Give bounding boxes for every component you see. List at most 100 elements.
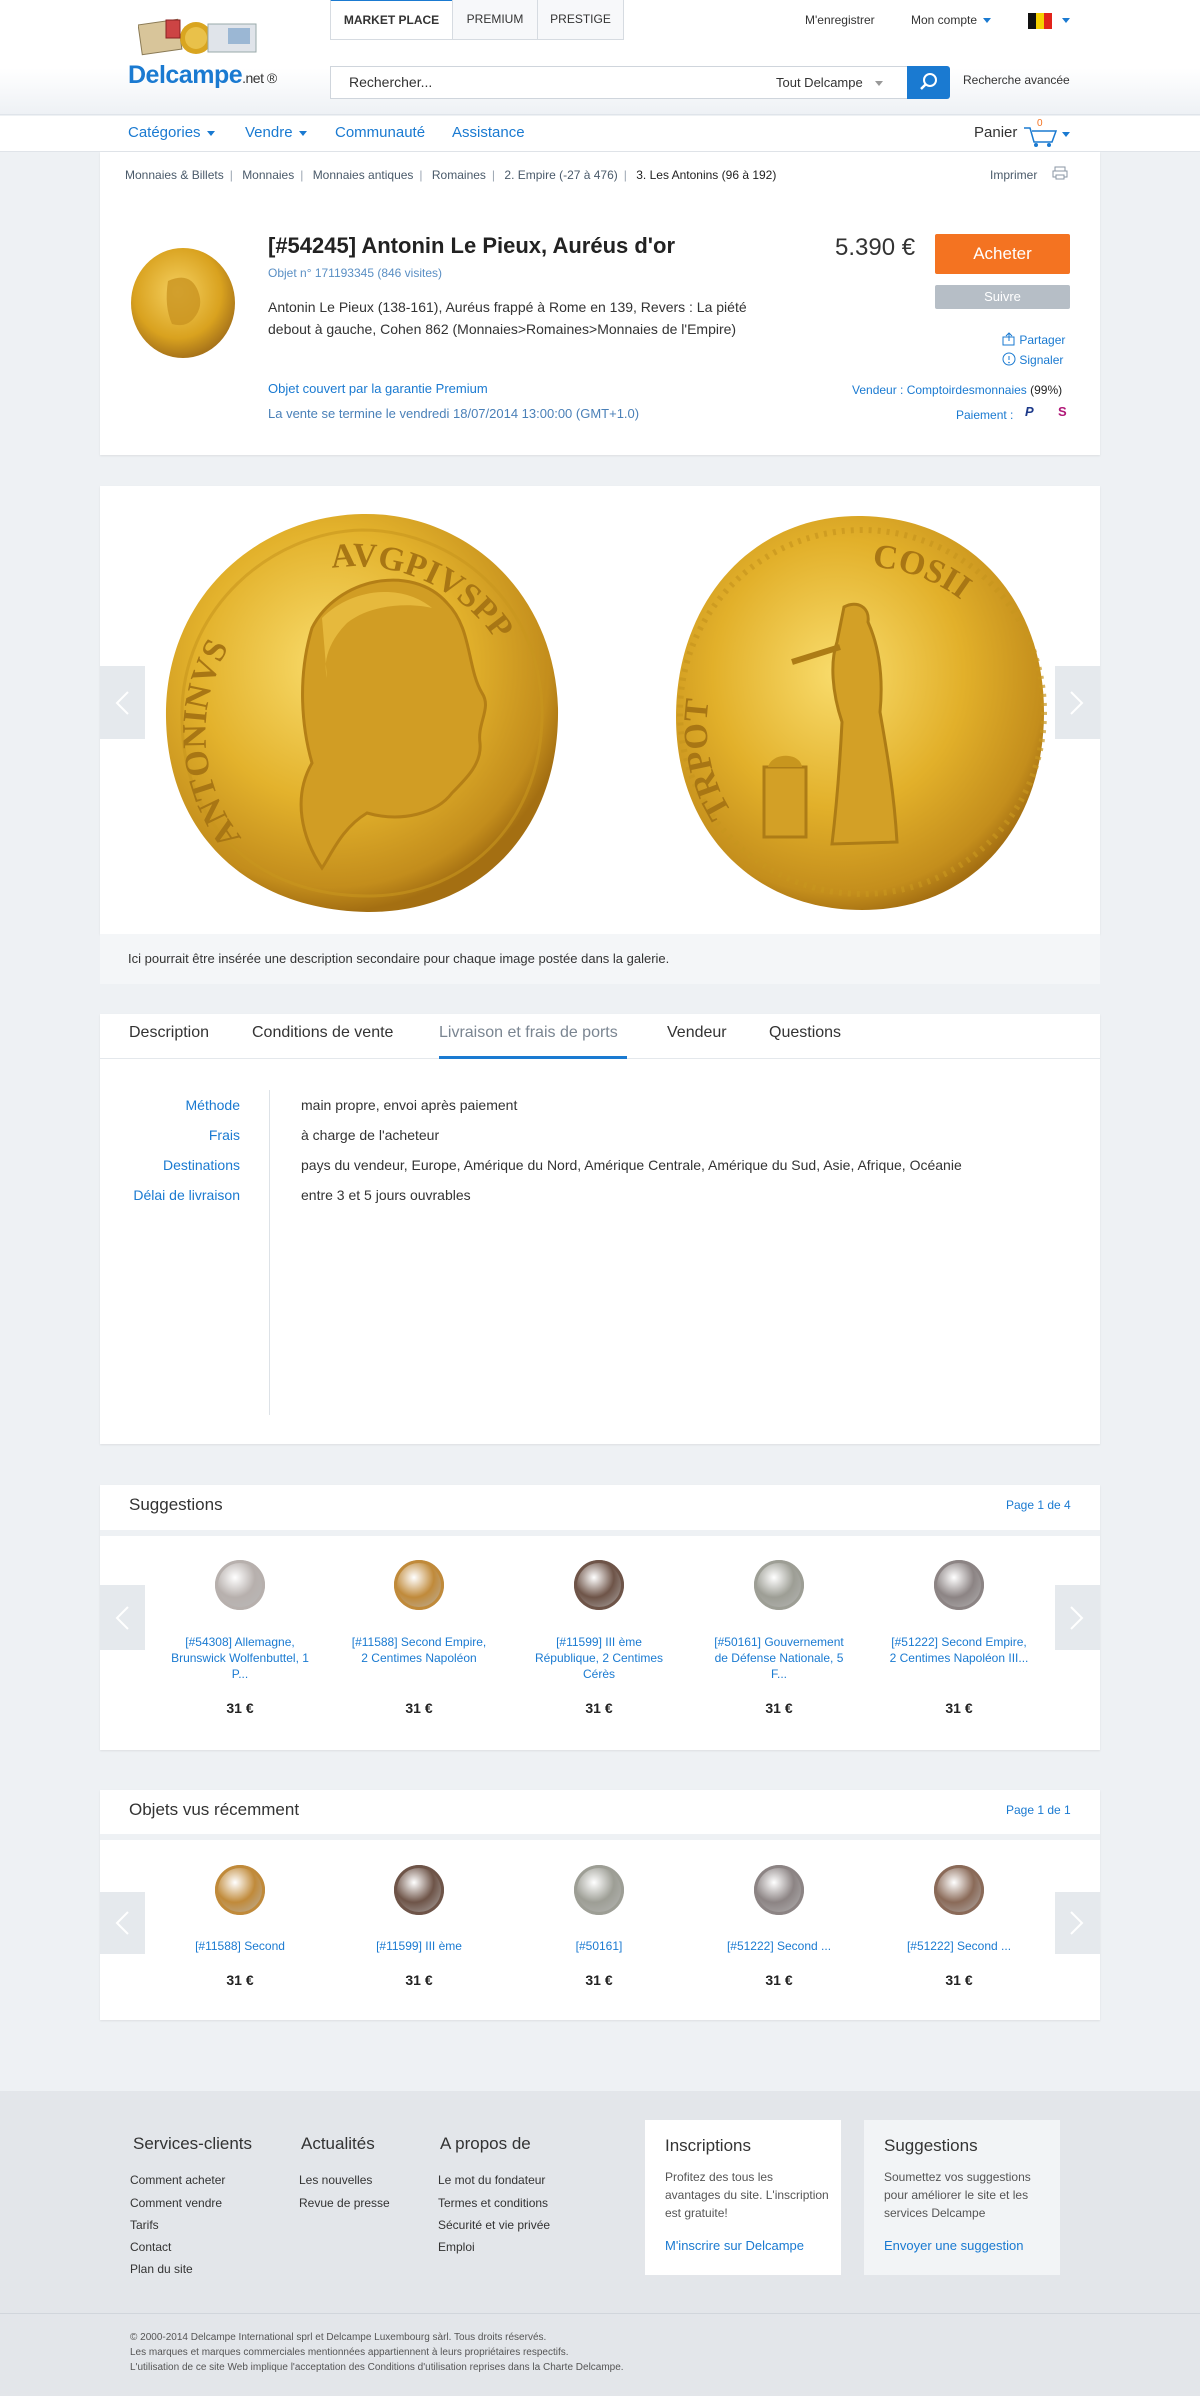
recent-item-name[interactable]: [#50161] <box>529 1938 669 1954</box>
footer-link[interactable]: Les nouvelles <box>299 2173 372 2187</box>
coin-reverse-image[interactable]: TRPOT COSII <box>672 512 1047 914</box>
chevron-right-icon <box>1070 1911 1084 1935</box>
recent-item-price: 31 € <box>585 1972 613 1988</box>
recent-item-image[interactable] <box>574 1865 624 1915</box>
recent-item-name[interactable]: [#51222] Second ... <box>889 1938 1029 1954</box>
shipping-label-destinations: Destinations <box>162 1157 240 1173</box>
breadcrumb-item[interactable]: Monnaies antiques <box>313 168 414 182</box>
suggestions-prev-button[interactable] <box>100 1585 145 1650</box>
recent-item-image[interactable] <box>754 1865 804 1915</box>
suggestion-item-name[interactable]: [#11588] Second Empire, 2 Centimes Napol… <box>349 1634 489 1666</box>
signup-title: Inscriptions <box>665 2136 751 2155</box>
follow-button[interactable]: Suivre <box>935 285 1070 309</box>
coin-obverse-image[interactable]: ANTONINVS AVGPIVSPP <box>162 508 562 918</box>
footer-link[interactable]: Emploi <box>438 2240 475 2254</box>
nav-community[interactable]: Communauté <box>335 124 425 141</box>
tab-description[interactable]: Description <box>129 1024 209 1042</box>
chevron-down-icon <box>983 18 992 24</box>
gallery-next-button[interactable] <box>1055 666 1100 739</box>
recent-item-name[interactable]: [#11599] III ème <box>349 1938 489 1954</box>
chevron-right-icon <box>1070 1606 1084 1630</box>
suggestions-title: Suggestions <box>129 1495 223 1514</box>
suggestions-page: Page 1 de 4 <box>1006 1498 1071 1512</box>
recent-item-image[interactable] <box>394 1865 444 1915</box>
guarantee-link[interactable]: Objet couvert par la garantie Premium <box>268 381 488 396</box>
suggestion-item-name[interactable]: [#50161] Gouvernement de Défense Nationa… <box>709 1634 849 1682</box>
seller-link[interactable]: Comptoirdesmonnaies <box>907 383 1027 397</box>
nav-sell[interactable]: Vendre <box>245 124 307 141</box>
suggestion-item-image[interactable] <box>574 1560 624 1610</box>
tab-questions[interactable]: Questions <box>769 1024 841 1042</box>
cart-link[interactable]: Panier <box>974 124 1017 141</box>
tab-premium[interactable]: PREMIUM <box>452 0 538 40</box>
suggestion-item-image[interactable] <box>215 1560 265 1610</box>
recent-title: Objets vus récemment <box>129 1800 300 1819</box>
footer-link[interactable]: Plan du site <box>130 2262 193 2276</box>
tab-prestige[interactable]: PRESTIGE <box>537 0 624 40</box>
site-header: Delcampe.net ® MARKET PLACE PREMIUM PRES… <box>0 0 1200 115</box>
footer-link[interactable]: Tarifs <box>130 2218 159 2232</box>
buy-button[interactable]: Acheter <box>935 234 1070 274</box>
nav-support[interactable]: Assistance <box>452 124 525 141</box>
signup-link[interactable]: M'inscrire sur Delcampe <box>665 2238 804 2253</box>
suggestion-item-image[interactable] <box>934 1560 984 1610</box>
suggestion-item-name[interactable]: [#51222] Second Empire, 2 Centimes Napol… <box>889 1634 1029 1666</box>
breadcrumb-item[interactable]: 2. Empire (-27 à 476) <box>504 168 617 182</box>
breadcrumb-item[interactable]: Monnaies <box>242 168 294 182</box>
suggestion-title: Suggestions <box>884 2136 978 2155</box>
print-link[interactable]: Imprimer <box>990 168 1037 182</box>
suggestion-item-image[interactable] <box>394 1560 444 1610</box>
footer-link[interactable]: Comment acheter <box>130 2173 225 2187</box>
search-button[interactable] <box>907 66 950 99</box>
advanced-search-link[interactable]: Recherche avancée <box>963 73 1070 87</box>
signup-box: Inscriptions Profitez des tous les avant… <box>645 2120 841 2275</box>
print-icon[interactable] <box>1052 166 1068 180</box>
recent-prev-button[interactable] <box>100 1892 145 1954</box>
suggestion-item-price: 31 € <box>585 1700 613 1716</box>
logo[interactable]: Delcampe.net ® <box>128 61 277 90</box>
footer-link[interactable]: Termes et conditions <box>438 2196 548 2210</box>
seller-label: Vendeur : <box>852 383 904 397</box>
recent-item-image[interactable] <box>215 1865 265 1915</box>
recent-item-name[interactable]: [#11588] Second <box>170 1938 310 1954</box>
report-link[interactable]: Signaler <box>1002 352 1063 367</box>
search-input[interactable]: Rechercher... <box>330 66 757 99</box>
suggestions-next-button[interactable] <box>1055 1585 1100 1650</box>
footer-link[interactable]: Comment vendre <box>130 2196 222 2210</box>
breadcrumb-item[interactable]: Monnaies & Billets <box>125 168 224 182</box>
footer-link[interactable]: Revue de presse <box>299 2196 390 2210</box>
chevron-down-icon <box>298 130 307 136</box>
recent-next-button[interactable] <box>1055 1892 1100 1954</box>
register-link[interactable]: M'enregistrer <box>805 13 875 27</box>
suggestion-item-price: 31 € <box>765 1700 793 1716</box>
shipping-label-delay: Délai de livraison <box>133 1187 240 1203</box>
search-scope-select[interactable]: Tout Delcampe <box>756 66 908 99</box>
tab-conditions[interactable]: Conditions de vente <box>252 1024 393 1042</box>
nav-sell-label: Vendre <box>245 124 293 141</box>
account-menu[interactable]: Mon compte <box>911 13 992 27</box>
tab-market-place[interactable]: MARKET PLACE <box>330 0 453 40</box>
suggestion-link[interactable]: Envoyer une suggestion <box>884 2238 1023 2253</box>
recent-item-name[interactable]: [#51222] Second ... <box>709 1938 849 1954</box>
tab-shipping[interactable]: Livraison et frais de ports <box>439 1024 618 1042</box>
suggestion-item-image[interactable] <box>754 1560 804 1610</box>
footer-link[interactable]: Contact <box>130 2240 171 2254</box>
suggestion-box: Suggestions Soumettez vos suggestions po… <box>864 2120 1060 2275</box>
share-link[interactable]: Partager <box>1002 332 1065 347</box>
details-card <box>100 1014 1100 1444</box>
gallery-prev-button[interactable] <box>100 666 145 739</box>
copyright-line: L'utilisation de ce site Web implique l'… <box>130 2362 624 2373</box>
recent-item-image[interactable] <box>934 1865 984 1915</box>
nav-categories[interactable]: Catégories <box>128 124 215 141</box>
breadcrumb-item[interactable]: Romaines <box>432 168 486 182</box>
footer-link[interactable]: Sécurité et vie privée <box>438 2218 550 2232</box>
suggestion-item-name[interactable]: [#11599] III ème République, 2 Centimes … <box>529 1634 669 1682</box>
breadcrumb-current[interactable]: 3. Les Antonins (96 à 192) <box>636 168 776 182</box>
language-selector[interactable] <box>1028 13 1052 29</box>
shipping-value-delay: entre 3 et 5 jours ouvrables <box>301 1187 471 1203</box>
footer-col-title: A propos de <box>440 2134 531 2153</box>
suggestion-item-name[interactable]: [#54308] Allemagne, Brunswick Wolfenbutt… <box>170 1634 310 1682</box>
item-thumbnail[interactable] <box>128 246 238 360</box>
footer-link[interactable]: Le mot du fondateur <box>438 2173 545 2187</box>
tab-seller[interactable]: Vendeur <box>667 1024 727 1042</box>
